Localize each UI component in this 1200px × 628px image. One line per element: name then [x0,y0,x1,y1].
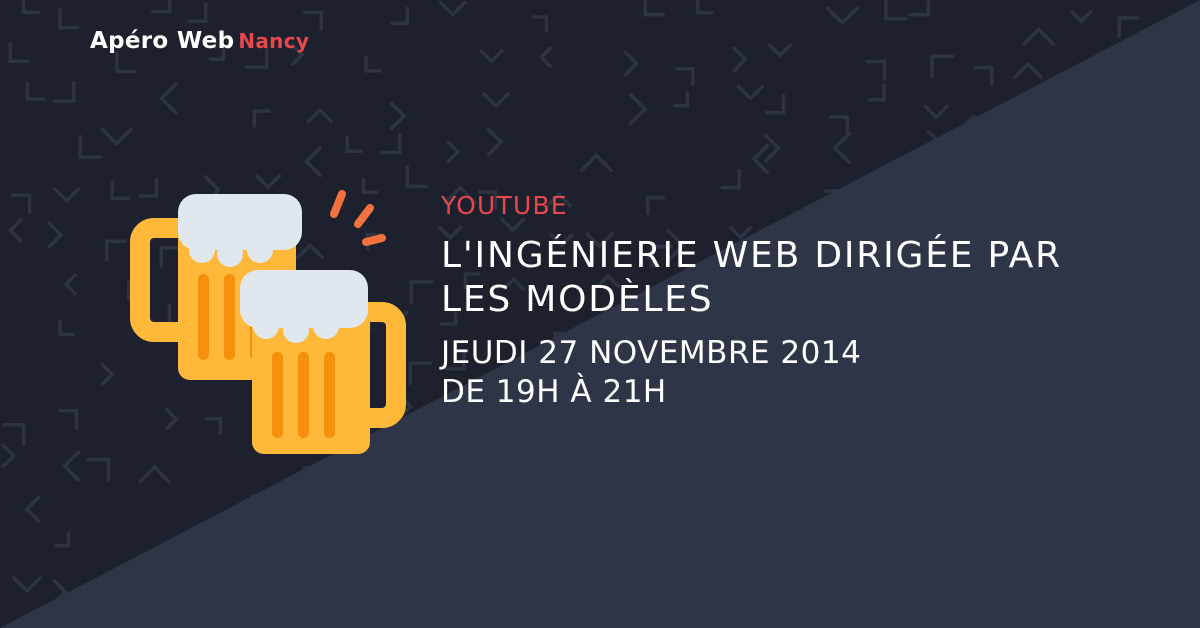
event-category[interactable]: YOUTUBE [441,188,1181,224]
event-date: JEUDI 27 NOVEMBRE 2014 [441,335,862,371]
event-details: YOUTUBE L'INGÉNIERIE WEB DIRIGÉE PAR LES… [441,188,1181,412]
event-title-line-2: LES MODÈLES [441,279,714,320]
logo-city-text: Nancy [238,29,310,53]
event-time: DE 19H À 21H [441,374,667,410]
logo-brand-text: Apéro Web [90,28,235,54]
event-title: L'INGÉNIERIE WEB DIRIGÉE PAR LES MODÈLES [441,234,1181,322]
event-banner: Apéro Web Nancy YOUTUBE L'INGÉNIERIE WEB… [0,0,1200,628]
clinking-beer-mugs-icon [130,190,406,454]
site-logo[interactable]: Apéro Web Nancy [90,28,309,54]
front-mug-icon [240,270,406,454]
event-title-line-1: L'INGÉNIERIE WEB DIRIGÉE PAR [441,235,1062,276]
splash-icon [330,190,386,246]
